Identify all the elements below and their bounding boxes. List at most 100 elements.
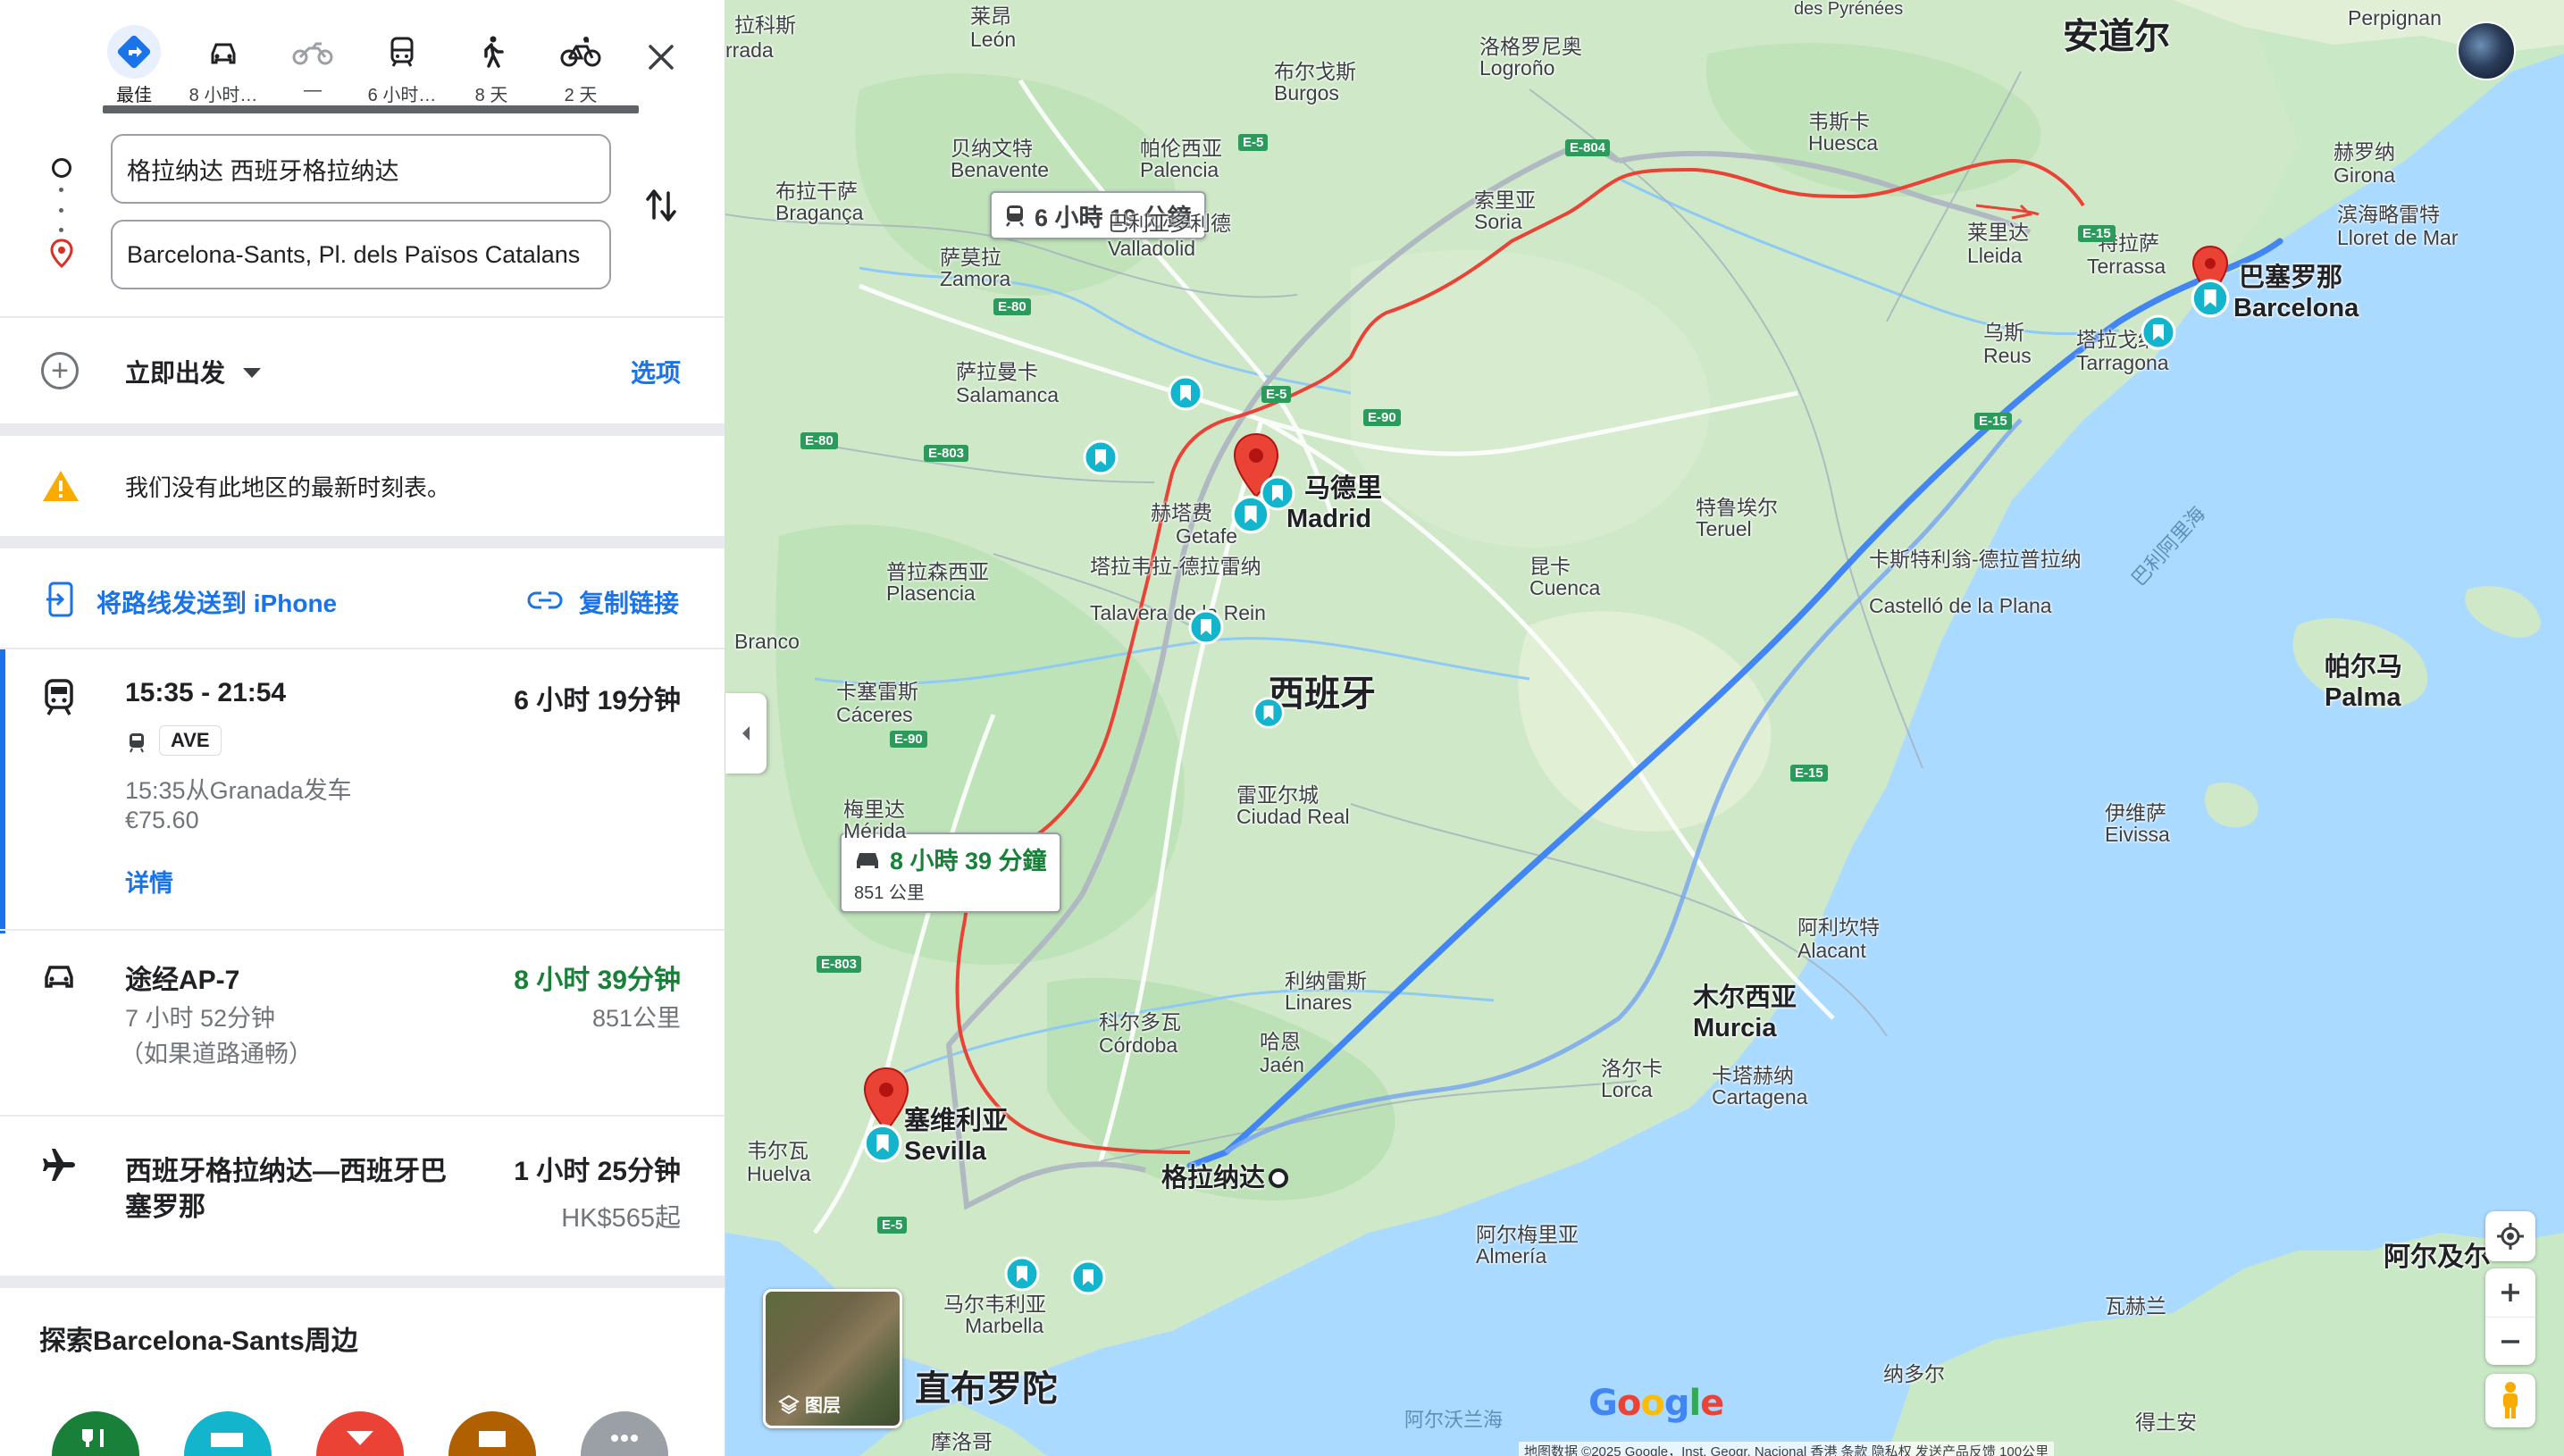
layers-button[interactable]: 图层: [763, 1289, 902, 1428]
bicycle-icon: [554, 25, 607, 79]
label-braganca: Bragança: [775, 201, 864, 224]
label-lleida: Lleida: [1967, 244, 2023, 267]
route-option-flight[interactable]: 西班牙格拉纳达—西班牙巴 塞罗那 1 小时 25分钟 HK$565起: [0, 1117, 725, 1268]
saved-place-icon[interactable]: [863, 1124, 902, 1163]
map-attribution[interactable]: 地图数据 ©2025 Google，Inst. Geogr. Nacional …: [1519, 1442, 2055, 1456]
label-teruel: Teruel: [1696, 517, 1752, 540]
street-view-pegman[interactable]: [2485, 1374, 2535, 1427]
saved-place-icon[interactable]: [1253, 697, 1285, 729]
add-stop-icon[interactable]: +: [41, 352, 79, 389]
label-spain: 西班牙: [1269, 674, 1376, 714]
fare-price: €75.60: [125, 807, 199, 833]
label-alacant-cn: 阿利坎特: [1797, 916, 1880, 939]
options-button[interactable]: 选项: [631, 354, 681, 389]
label-soria: Soria: [1474, 210, 1522, 233]
label-cartagena-cn: 卡塔赫纳: [1712, 1064, 1794, 1087]
route-option-car[interactable]: 途经AP-7 8 小时 39分钟 7 小时 52分钟 （如果道路通畅） 851公…: [0, 931, 725, 1114]
car-icon: [45, 966, 73, 988]
copy-link-button[interactable]: 复制链接: [579, 584, 679, 620]
activity-icon: [347, 1431, 373, 1445]
chevron-left-icon: [742, 726, 750, 741]
depart-time-dropdown[interactable]: 立即出发: [125, 354, 225, 389]
transit-icon: [375, 25, 429, 79]
label-lorca-cn: 洛尔卡: [1601, 1057, 1663, 1080]
account-avatar[interactable]: [2457, 21, 2516, 80]
zoom-out-button[interactable]: [2485, 1317, 2535, 1365]
label-benavente: Benavente: [951, 158, 1049, 181]
label-burgos-cn: 布尔戈斯: [1274, 60, 1356, 83]
my-location-button[interactable]: [2485, 1211, 2535, 1261]
minus-icon: [2501, 1339, 2519, 1343]
link-icon[interactable]: [527, 590, 563, 611]
collapse-panel-button[interactable]: [725, 693, 767, 774]
caret-down-icon[interactable]: [243, 368, 261, 378]
label-almeria-cn: 阿尔梅里亚: [1476, 1223, 1579, 1246]
label-madrid-cn: 马德里: [1304, 474, 1383, 503]
label-barcelona: Barcelona: [2233, 294, 2359, 322]
send-to-phone-icon[interactable]: [45, 581, 77, 618]
map-canvas[interactable]: 6 小時 19 分鐘 8 小時 39 分鐘 851 公里 安道尔 西班牙 直布罗…: [725, 0, 2564, 1456]
mode-tab-best[interactable]: 最佳: [89, 25, 179, 107]
label-jaen: Jaén: [1260, 1053, 1304, 1076]
origin-input[interactable]: 格拉纳达 西班牙格拉纳达: [111, 134, 611, 204]
label-marbella-cn: 马尔韦利亚: [943, 1293, 1046, 1316]
walk-icon: [465, 25, 518, 79]
label-leon-cn: 莱昂: [970, 4, 1011, 28]
saved-place-icon[interactable]: [1083, 439, 1119, 475]
mode-tab-car[interactable]: 8 小时…: [179, 25, 268, 107]
label-palencia-cn: 帕伦西亚: [1140, 137, 1222, 160]
label-algiers: 阿尔及尔: [2384, 1243, 2491, 1272]
label-alacant: Alacant: [1797, 939, 1866, 962]
label-girona-cn: 赫罗纳: [2334, 140, 2395, 163]
road-badge: E-5: [1238, 134, 1269, 151]
car-route-callout[interactable]: 8 小時 39 分鐘 851 公里: [840, 833, 1061, 913]
museums-button[interactable]: [448, 1411, 536, 1456]
label-sevilla-cn: 塞维利亚: [904, 1107, 1009, 1135]
saved-place-icon[interactable]: [2191, 279, 2230, 318]
route-option-train[interactable]: 15:35 - 21:54 6 小时 19分钟 AVE 15:35从Granad…: [0, 649, 725, 933]
label-zamora-cn: 萨莫拉: [940, 246, 1001, 269]
mode-scrollbar[interactable]: [103, 105, 639, 113]
label-teruel-cn: 特鲁埃尔: [1696, 496, 1778, 519]
label-almeria: Almería: [1476, 1244, 1547, 1268]
road-badge: E-5: [877, 1217, 908, 1234]
saved-place-icon[interactable]: [1168, 375, 1203, 411]
saved-place-icon[interactable]: [1004, 1256, 1040, 1292]
car-icon: [857, 852, 878, 868]
saved-place-icon[interactable]: [1231, 495, 1270, 534]
more-button[interactable]: [581, 1411, 668, 1456]
airplane-icon: [43, 1149, 75, 1181]
mode-tab-transit[interactable]: 6 小时…: [357, 25, 447, 107]
road-badge: E-15: [2078, 225, 2116, 242]
saved-place-icon[interactable]: [1070, 1259, 1106, 1295]
details-link[interactable]: 详情: [125, 864, 173, 899]
label-huesca: Huesca: [1808, 131, 1878, 155]
label-cordoba: Córdoba: [1099, 1033, 1178, 1057]
label-alboran-sea: 阿尔沃兰海: [1404, 1409, 1504, 1431]
saved-place-icon[interactable]: [2141, 314, 2176, 350]
mode-tab-walk[interactable]: 8 天: [447, 25, 536, 107]
mode-tab-motorcycle[interactable]: —: [268, 25, 357, 107]
route-duration-free: 7 小时 52分钟: [125, 1005, 276, 1032]
swap-locations-button[interactable]: [636, 179, 686, 232]
flight-route-title-2: 塞罗那: [125, 1192, 205, 1222]
label-eivissa: Eivissa: [2105, 823, 2170, 846]
things-to-do-button[interactable]: [316, 1411, 404, 1456]
restaurants-button[interactable]: [52, 1411, 139, 1456]
saved-place-icon[interactable]: [1188, 609, 1224, 645]
close-directions-button[interactable]: [636, 32, 686, 82]
label-cuenca: Cuenca: [1529, 576, 1601, 599]
mode-tab-bicycle[interactable]: 2 天: [536, 25, 625, 107]
send-to-iphone-link[interactable]: 将路线发送到 iPhone: [96, 584, 337, 620]
label-plasencia-cn: 普拉森西亚: [886, 560, 989, 583]
origin-circle-icon[interactable]: [1267, 1167, 1290, 1190]
destination-input[interactable]: Barcelona-Sants, Pl. dels Països Catalan…: [111, 220, 611, 289]
route-distance: 851公里: [591, 1005, 681, 1032]
hotels-button[interactable]: [184, 1411, 272, 1456]
callout-car-distance: 851 公里: [854, 883, 925, 903]
restaurant-icon: [82, 1429, 104, 1447]
zoom-in-button[interactable]: [2485, 1268, 2535, 1317]
label-linares: Linares: [1285, 991, 1353, 1014]
label-sevilla: Sevilla: [904, 1137, 986, 1166]
label-logrono-cn: 洛格罗尼奥: [1479, 35, 1582, 58]
